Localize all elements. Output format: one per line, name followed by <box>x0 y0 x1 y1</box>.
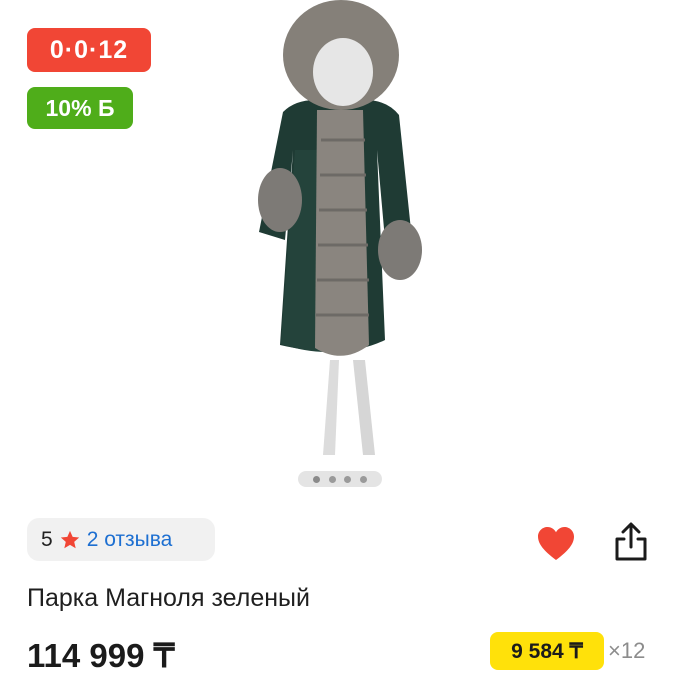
pager-dot[interactable] <box>344 475 352 483</box>
reviews-count[interactable]: 2 отзыва <box>87 528 173 552</box>
gallery-pager[interactable] <box>298 471 382 487</box>
product-title: Парка Магноля зеленый <box>27 584 310 612</box>
installment-months: ×12 <box>608 638 646 663</box>
bonus-badge: 10% Б <box>27 87 133 129</box>
monthly-payment-badge[interactable]: 9 584 ₸ <box>490 632 604 670</box>
rating-score: 5 <box>41 527 53 551</box>
star-icon <box>59 529 81 551</box>
pager-dot[interactable] <box>328 475 336 483</box>
pager-dot[interactable] <box>312 475 320 483</box>
product-image[interactable] <box>235 0 445 460</box>
product-price: 114 999 ₸ <box>27 637 175 674</box>
pager-dot[interactable] <box>360 475 368 483</box>
installment-badge: 0·0·12 <box>27 28 151 72</box>
rating-reviews-link[interactable]: 5 2 отзыва <box>27 518 215 561</box>
share-icon[interactable] <box>611 521 651 563</box>
heart-icon[interactable] <box>536 525 576 563</box>
